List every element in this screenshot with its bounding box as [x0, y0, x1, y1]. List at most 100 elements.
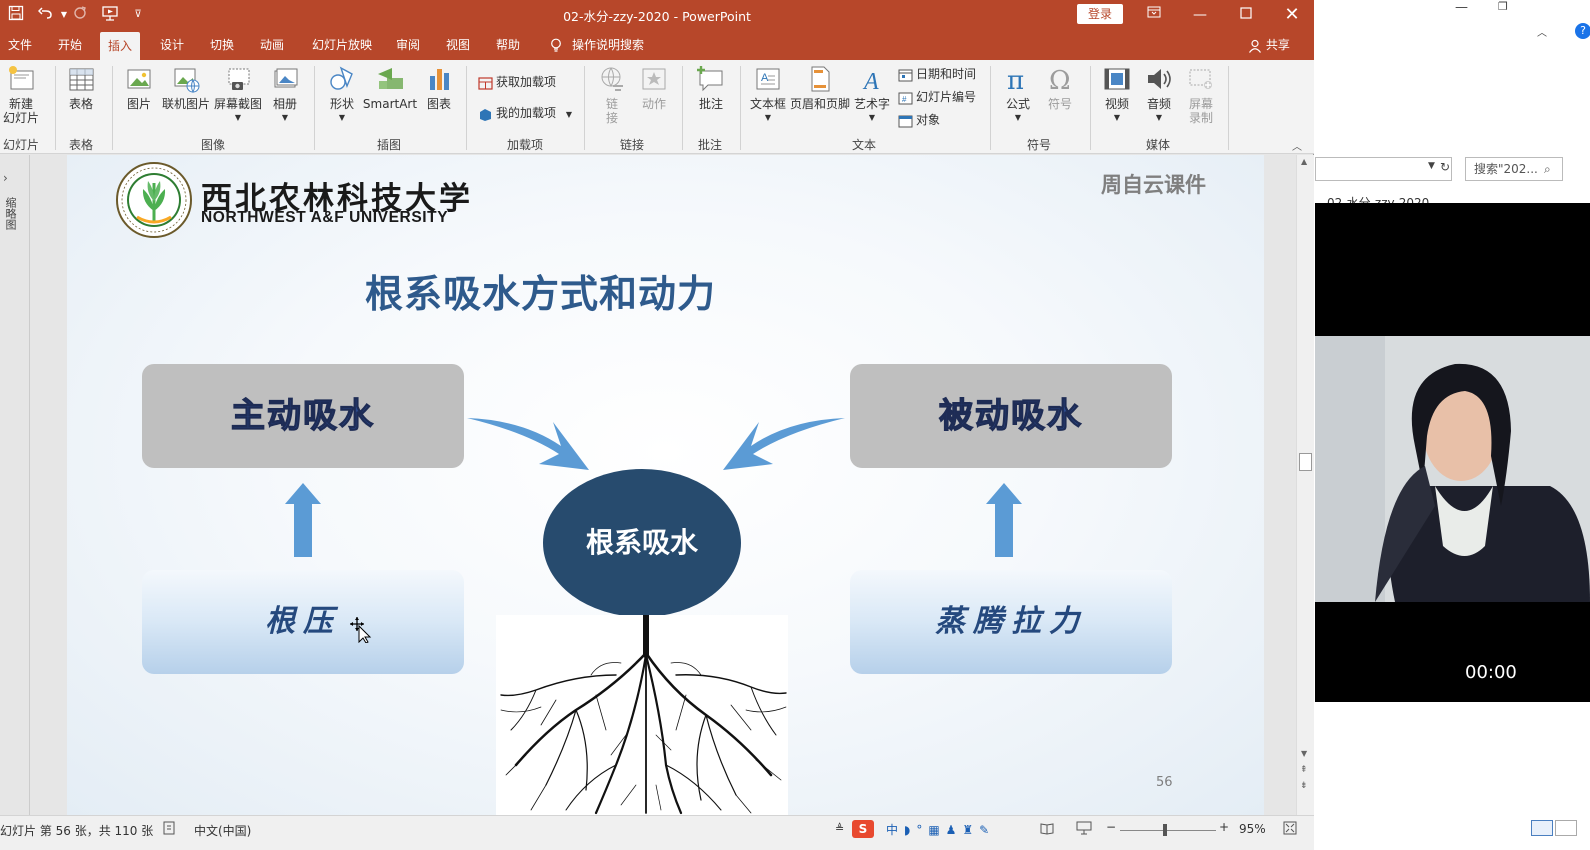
smartart-button[interactable]: SmartArt: [362, 64, 418, 111]
audio-button[interactable]: 音频 ▼: [1140, 64, 1178, 125]
previous-slide-icon[interactable]: ⇞: [1300, 765, 1308, 775]
details-view-icon[interactable]: [1531, 820, 1553, 836]
ime-toolbar-icons[interactable]: 中◗°▦♟♜✎: [886, 821, 995, 838]
shapes-button[interactable]: 形状 ▼: [322, 64, 362, 125]
webcam-timer: 00:00: [1465, 662, 1517, 683]
thumbnail-pane-collapsed[interactable]: › 缩略图: [0, 155, 30, 815]
audio-label: 音频: [1146, 97, 1171, 111]
screenshot-label: 屏幕截图: [213, 97, 262, 111]
address-bar[interactable]: ▼ ↻: [1315, 157, 1452, 181]
online-picture-button[interactable]: 联机图片: [160, 64, 212, 111]
refresh-icon[interactable]: ↻: [1440, 160, 1450, 174]
zoom-slider-track[interactable]: [1120, 830, 1216, 831]
header-footer-button[interactable]: 页眉和页脚: [790, 64, 850, 111]
help-icon[interactable]: ?: [1575, 23, 1590, 39]
get-addins-button[interactable]: 获取加载项: [478, 72, 556, 92]
explorer-restore-icon[interactable]: ❐: [1498, 0, 1508, 13]
screenshot-button[interactable]: 屏幕截图 ▼: [212, 64, 264, 125]
tab-help[interactable]: 帮助: [488, 30, 528, 60]
scroll-down-icon[interactable]: ▼: [1301, 749, 1307, 758]
slideshow-view-icon[interactable]: [1076, 821, 1092, 838]
up-arrow-left: [285, 483, 321, 557]
video-button[interactable]: 视频 ▼: [1098, 64, 1136, 125]
svg-text:A: A: [862, 69, 879, 94]
link-icon: [601, 67, 623, 91]
tab-animations[interactable]: 动画: [252, 30, 292, 60]
my-addins-label: 我的加载项: [496, 106, 557, 120]
tab-insert[interactable]: 插入: [100, 32, 141, 60]
object-button[interactable]: 对象: [898, 110, 940, 130]
vertical-scrollbar[interactable]: ▲ ▼ ⇞ ⇟: [1296, 155, 1314, 815]
tab-view[interactable]: 视图: [438, 30, 478, 60]
tab-design[interactable]: 设计: [152, 30, 192, 60]
tab-file[interactable]: 文件: [0, 30, 40, 60]
explorer-minimize-icon[interactable]: —: [1455, 0, 1468, 15]
link-button[interactable]: 链 接: [594, 64, 630, 125]
next-slide-icon[interactable]: ⇟: [1300, 781, 1308, 791]
active-absorption-box: 主动吸水: [142, 364, 464, 468]
picture-label: 图片: [126, 97, 151, 111]
tell-me-search[interactable]: 操作说明搜索: [550, 30, 652, 60]
explorer-collapse-icon[interactable]: ︿: [1537, 24, 1547, 39]
screen-recording-label: 屏幕 录制: [1188, 97, 1213, 125]
tab-transitions[interactable]: 切换: [202, 30, 242, 60]
share-button[interactable]: 共享: [1240, 30, 1298, 60]
action-button[interactable]: 动作: [636, 64, 672, 111]
photo-album-button[interactable]: 相册 ▼: [266, 64, 304, 125]
scroll-up-icon[interactable]: ▲: [1301, 157, 1307, 166]
screenshot-dropdown-icon: ▼: [234, 113, 242, 122]
chart-button[interactable]: 图表: [420, 64, 458, 111]
ribbon-separator: [682, 66, 683, 150]
ime-logo-icon[interactable]: S: [852, 820, 874, 838]
comment-button[interactable]: 批注: [692, 64, 730, 111]
symbol-button[interactable]: Ω 符号: [1040, 64, 1080, 111]
textbox-button[interactable]: A 文本框 ▼: [748, 64, 788, 125]
equation-button[interactable]: π 公式 ▼: [998, 64, 1038, 125]
maximize-icon[interactable]: [1226, 3, 1266, 27]
wordart-button[interactable]: A 艺术字 ▼: [852, 64, 892, 125]
table-button[interactable]: 表格: [62, 64, 100, 111]
fit-to-window-icon[interactable]: [1283, 821, 1297, 838]
curved-arrow-left-down: [723, 418, 845, 470]
shapes-label: 形状: [329, 97, 354, 111]
calendar-icon: [898, 69, 913, 81]
address-dropdown-icon[interactable]: ▼: [1428, 161, 1435, 171]
ribbon-tabs: 文件 开始 插入 设计 切换 动画 幻灯片放映 审阅 视图 帮助 操作说明搜索 …: [0, 30, 1314, 60]
picture-button[interactable]: 图片: [120, 64, 158, 111]
ribbon-display-options-icon[interactable]: [1134, 3, 1174, 27]
accessibility-icon[interactable]: [163, 821, 177, 838]
active-absorption-label: 主动吸水: [230, 395, 375, 436]
slide-number-button[interactable]: # 幻灯片编号: [898, 87, 976, 107]
ribbon: 新建 幻灯片 幻灯片 表格 表格 图片 联机图片 屏幕截图 ▼ 相册 ▼ 图像 …: [0, 60, 1314, 154]
expand-pane-icon[interactable]: ›: [3, 171, 8, 185]
action-icon: [642, 68, 666, 90]
zoom-out-icon[interactable]: −: [1106, 820, 1116, 834]
zoom-level[interactable]: 95%: [1239, 822, 1266, 836]
close-icon[interactable]: ✕: [1272, 3, 1312, 27]
scroll-thumb[interactable]: [1299, 453, 1312, 471]
table-label: 表格: [68, 97, 93, 111]
login-button[interactable]: 登录: [1077, 4, 1123, 24]
zoom-in-icon[interactable]: +: [1219, 820, 1229, 834]
slide-canvas[interactable]: 西北农林科技大学 NORTHWEST A&F UNIVERSITY 周自云课件 …: [67, 155, 1264, 815]
center-ellipse: 根系吸水: [543, 469, 741, 617]
symbol-label: 符号: [1047, 97, 1072, 111]
my-addins-button[interactable]: 我的加载项 ▼: [478, 103, 572, 123]
new-slide-button[interactable]: 新建 幻灯片: [2, 64, 40, 125]
tab-home[interactable]: 开始: [50, 30, 90, 60]
language-status[interactable]: 中文(中国): [194, 822, 251, 839]
wordart-dropdown-icon: ▼: [868, 113, 876, 122]
screen-recording-button[interactable]: 屏幕 录制: [1182, 64, 1220, 125]
group-label-slides: 幻灯片: [2, 138, 39, 152]
reading-view-icon[interactable]: [1040, 821, 1054, 838]
date-time-button[interactable]: 日期和时间: [898, 64, 976, 84]
tiles-view-icon[interactable]: [1555, 820, 1577, 836]
notes-button-icon[interactable]: ≜: [835, 822, 844, 835]
explorer-file-entry[interactable]: 02-水分-zzy-2020: [1327, 196, 1429, 203]
tab-slideshow[interactable]: 幻灯片放映: [304, 30, 380, 60]
minimize-icon[interactable]: —: [1180, 3, 1220, 27]
collapse-ribbon-icon[interactable]: ︿: [1292, 138, 1302, 153]
tab-review[interactable]: 审阅: [388, 30, 428, 60]
zoom-slider-thumb[interactable]: [1163, 824, 1167, 836]
explorer-search-input[interactable]: 搜索"202... ⌕: [1465, 157, 1563, 181]
